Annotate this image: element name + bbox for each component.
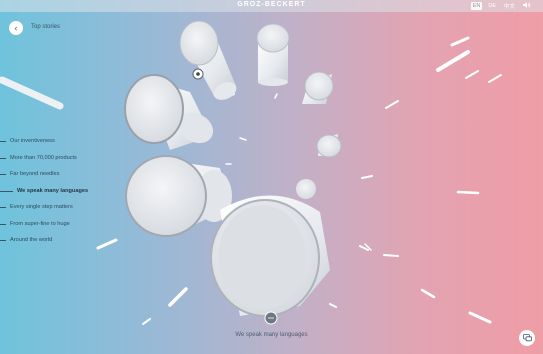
nav-item-around-world[interactable]: Around the world	[0, 232, 88, 249]
needle-cylinder-6	[125, 155, 232, 237]
story-nav: Our inventiveness More than 70,000 produ…	[0, 133, 88, 249]
nav-item-products[interactable]: More than 70,000 products	[0, 150, 88, 167]
needle-cylinder-1	[179, 20, 237, 100]
nav-item-beyond-needles[interactable]: Far beyond needles	[0, 166, 88, 183]
nav-item-every-step[interactable]: Every single step matters	[0, 199, 88, 216]
nav-item-inventiveness[interactable]: Our inventiveness	[0, 133, 88, 150]
needle-cylinder-3	[302, 71, 334, 104]
chat-icon	[522, 334, 532, 342]
chat-button[interactable]	[519, 330, 535, 346]
nav-item-super-fine[interactable]: From super-fine to huge	[0, 216, 88, 233]
small-sphere	[296, 179, 316, 199]
nav-item-languages[interactable]: We speak many languages	[0, 183, 88, 200]
section-caption: We speak many languages	[235, 332, 308, 338]
needle-cylinder-7	[210, 195, 330, 317]
needle-cylinder-5	[124, 74, 214, 150]
needle-cylinder-2	[256, 23, 290, 86]
needle-cylinder-4	[316, 134, 342, 158]
